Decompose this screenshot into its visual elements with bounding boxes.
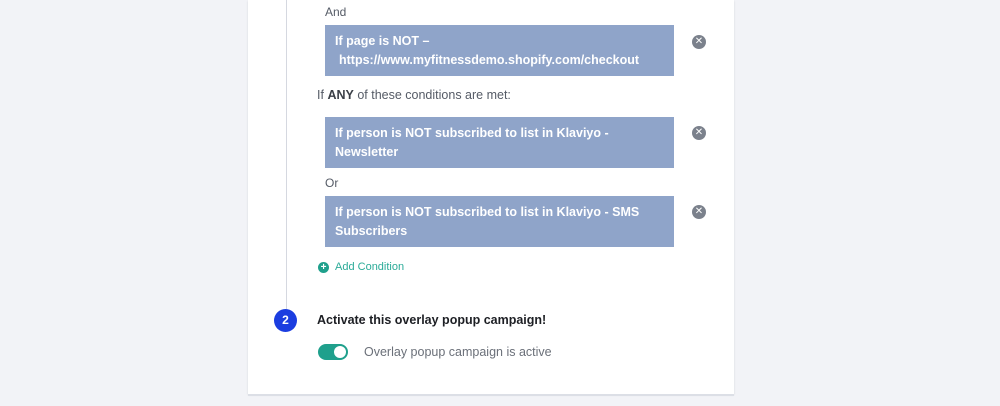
condition-text-line2: https://www.myfitnessdemo.shopify.com/ch…	[339, 52, 640, 67]
condition-text-line1: If person is NOT subscribed to list in K…	[335, 125, 609, 140]
remove-condition-icon[interactable]: ✕	[692, 126, 706, 140]
condition-text-line1: If page is NOT –	[335, 33, 430, 48]
condition-not-subscribed-newsletter[interactable]: If person is NOT subscribed to list in K…	[325, 117, 674, 168]
condition-text-line1: If person is NOT subscribed to list in K…	[335, 204, 640, 219]
step-title: Activate this overlay popup campaign!	[317, 313, 547, 327]
condition-page-not-checkout[interactable]: If page is NOT – https://www.myfitnessde…	[325, 25, 674, 76]
any-keyword: ANY	[327, 88, 354, 102]
add-condition-button[interactable]: + Add Condition	[318, 261, 404, 273]
panel-divider	[248, 394, 734, 396]
condition-text-line2: Newsletter	[335, 144, 399, 159]
any-suffix: of these conditions are met:	[357, 88, 511, 102]
condition-not-subscribed-sms[interactable]: If person is NOT subscribed to list in K…	[325, 196, 674, 247]
and-connector: And	[325, 5, 347, 19]
plus-circle-icon: +	[318, 261, 329, 273]
toggle-knob	[334, 346, 346, 358]
add-condition-label: Add Condition	[335, 261, 405, 273]
campaign-active-toggle[interactable]	[318, 344, 348, 360]
step-timeline-line	[286, 0, 287, 312]
condition-text-line2: Subscribers	[335, 223, 408, 238]
toggle-label: Overlay popup campaign is active	[364, 345, 552, 359]
or-connector: Or	[325, 176, 339, 190]
any-prefix: If	[317, 88, 324, 102]
remove-condition-icon[interactable]: ✕	[692, 205, 706, 219]
any-conditions-heading: If ANY of these conditions are met:	[317, 88, 511, 102]
remove-condition-icon[interactable]: ✕	[692, 35, 706, 49]
step-number-badge: 2	[274, 309, 297, 332]
